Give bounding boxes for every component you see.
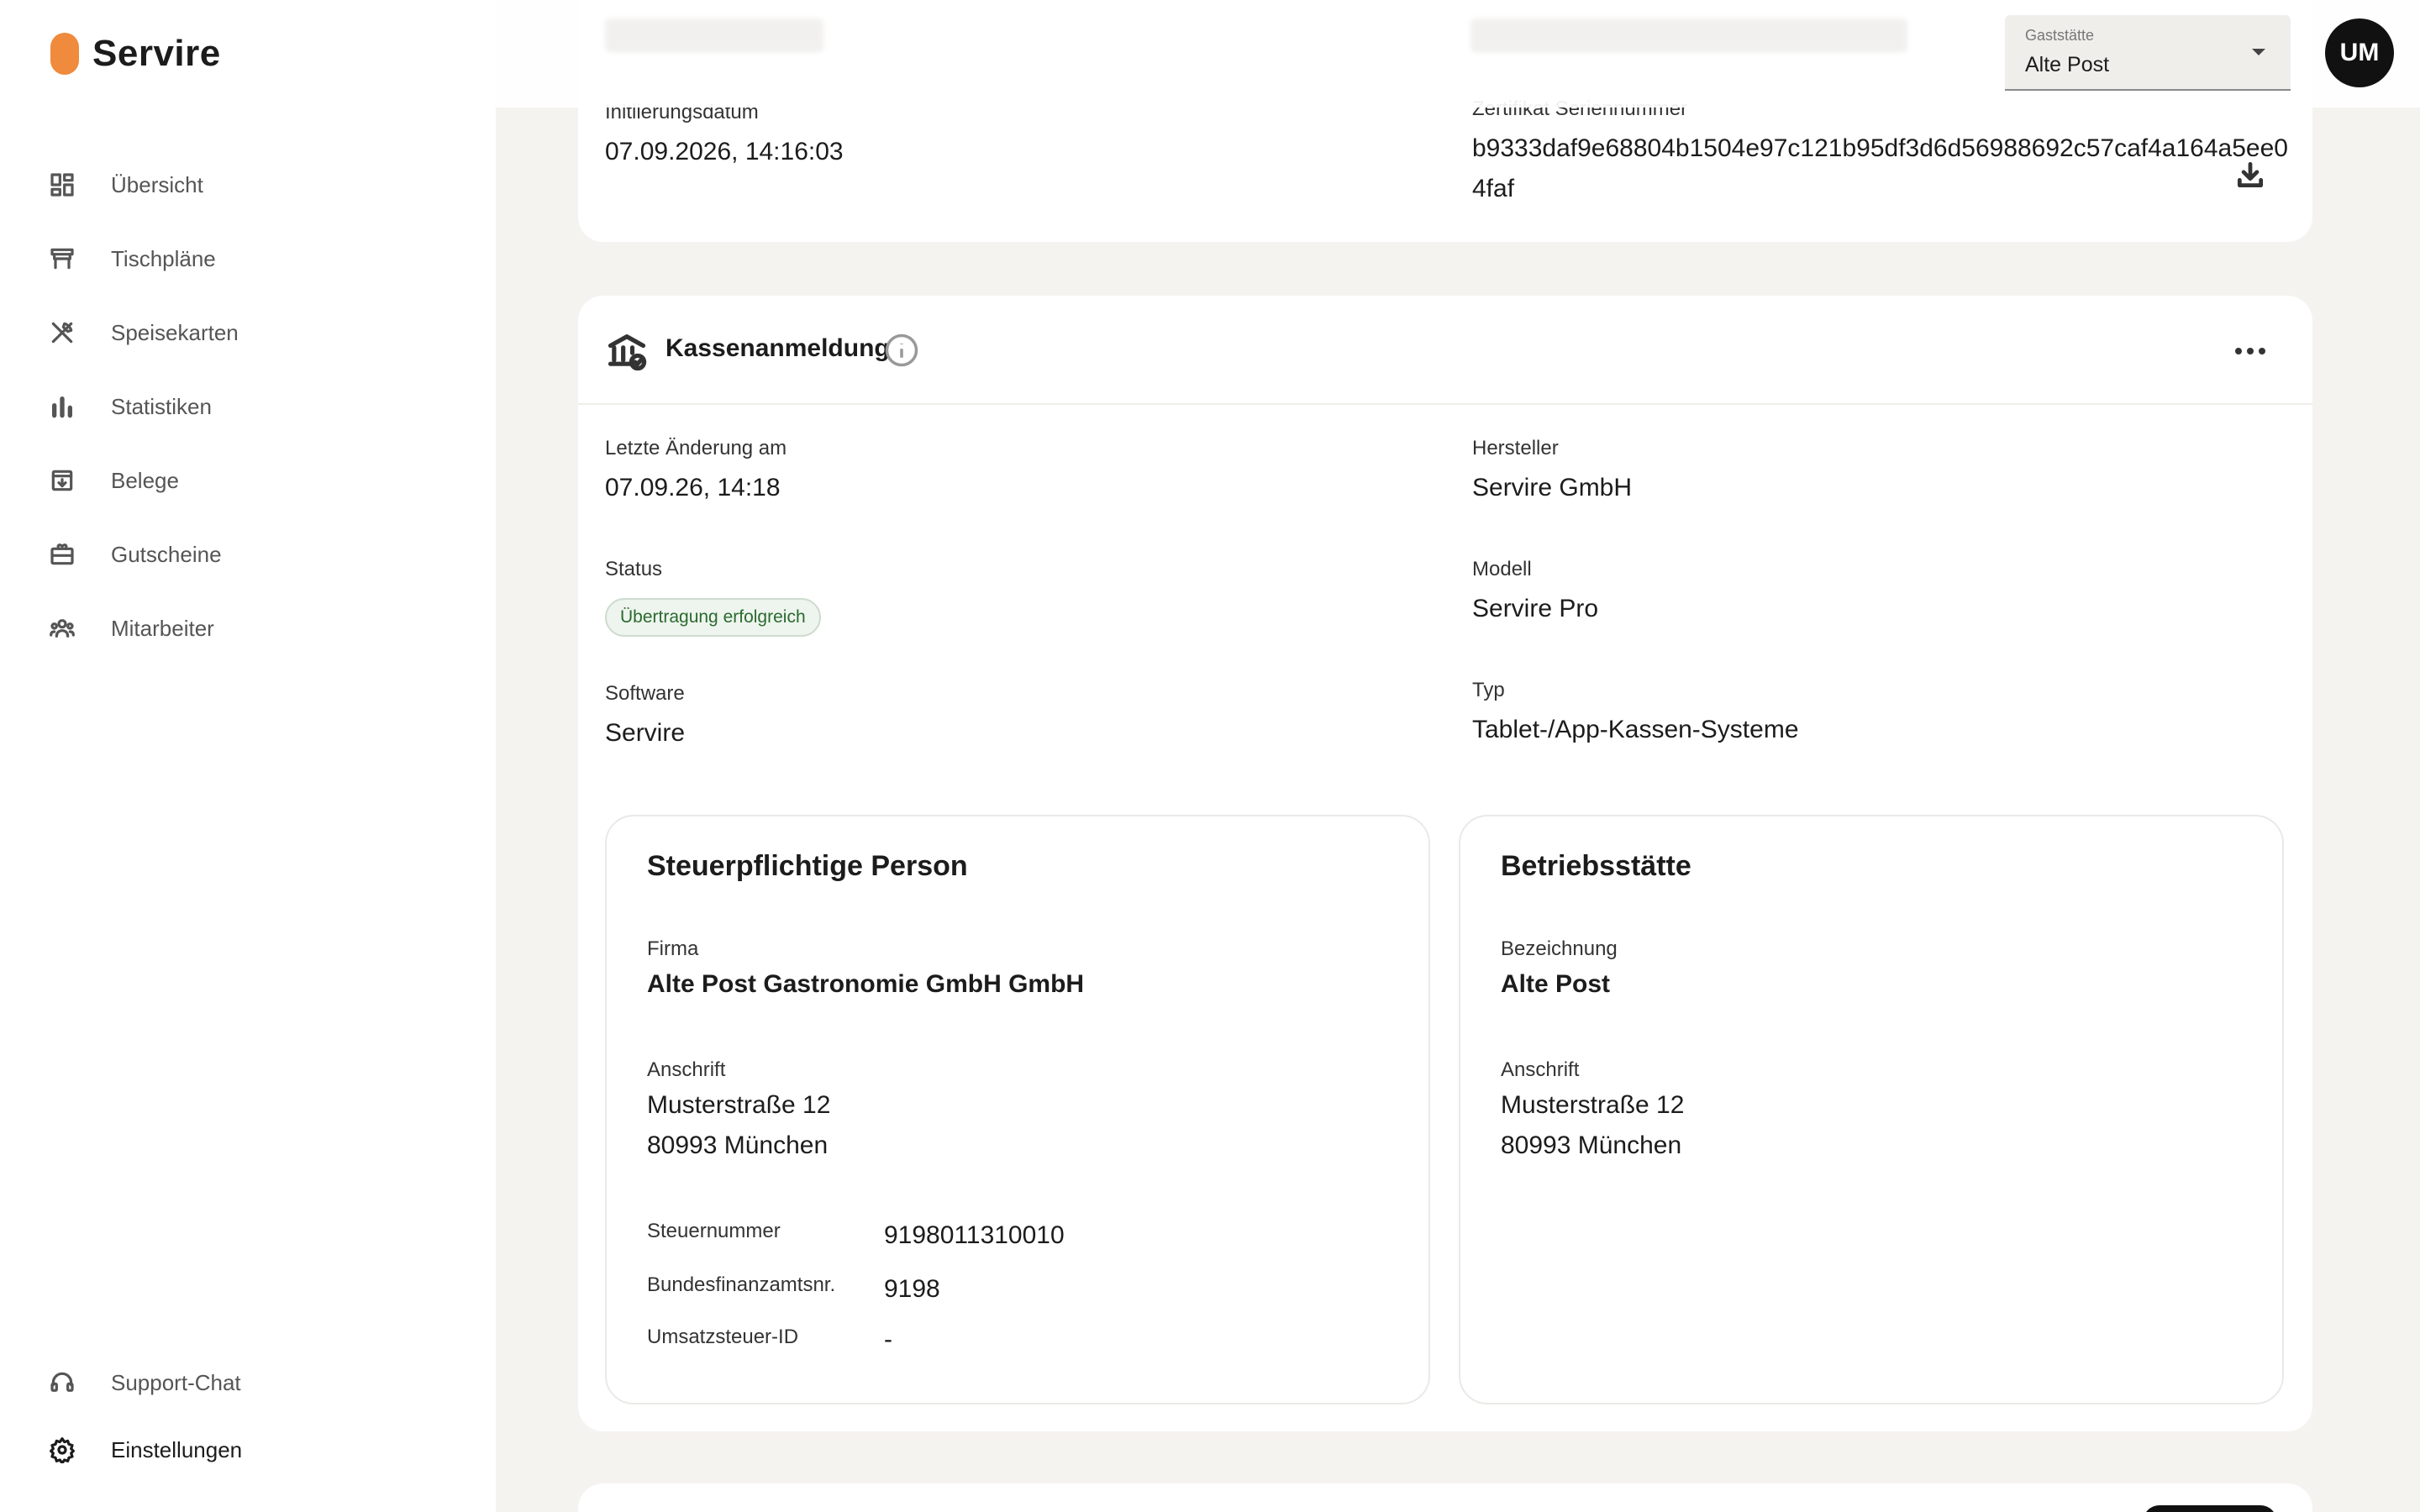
receipt-archive-icon [47, 465, 77, 496]
download-certificate-button[interactable] [2230, 155, 2270, 195]
bank-check-icon [605, 329, 649, 373]
taxpayer-title: Steuerpflichtige Person [647, 850, 968, 882]
address-city: 80993 München [1501, 1131, 1682, 1159]
more-dot [2259, 348, 2265, 354]
cutlery-icon [47, 318, 77, 348]
sidebar-item-einstellungen[interactable]: Einstellungen [0, 1416, 496, 1483]
sidebar-item-label: Speisekarten [111, 319, 239, 345]
sidebar-item-label: Tischpläne [111, 245, 216, 271]
scrolled-content-blur [605, 18, 823, 52]
modell-value: Servire Pro [1472, 595, 1599, 622]
sidebar-item-mitarbeiter[interactable]: Mitarbeiter [0, 591, 496, 665]
firma-label: Firma [647, 937, 699, 960]
hersteller-label: Hersteller [1472, 437, 1559, 459]
sidebar-item-label: Übersicht [111, 171, 203, 197]
brand-mark-icon [50, 33, 79, 75]
more-dot [2235, 348, 2242, 354]
sidebar-item-label: Gutscheine [111, 541, 222, 567]
sidebar-item-speisekarten[interactable]: Speisekarten [0, 296, 496, 370]
table-icon [47, 244, 77, 274]
sidebar-item-belege[interactable]: Belege [0, 444, 496, 517]
sidebar-item-label: Belege [111, 467, 179, 493]
download-icon [2237, 161, 2264, 188]
steuernummer-label: Steuernummer [647, 1220, 781, 1242]
gift-card-icon [47, 539, 77, 570]
sidebar-item-statistiken[interactable]: Statistiken [0, 370, 496, 444]
user-avatar[interactable]: UM [2325, 18, 2394, 87]
headset-icon [47, 1368, 77, 1398]
info-icon[interactable] [884, 333, 919, 368]
sidebar-item-label: Support-Chat [111, 1369, 241, 1395]
last-change-label: Letzte Änderung am [605, 437, 787, 459]
sidebar-item-label: Einstellungen [111, 1436, 243, 1462]
venue-select-value: Alte Post [2025, 53, 2110, 76]
sidebar-item-tischplaene[interactable]: Tischpläne [0, 222, 496, 296]
card-header: Kassenanmeldung [578, 296, 2312, 405]
scrolled-content-blur [1470, 18, 1907, 52]
dashboard-icon [47, 170, 77, 200]
brand-name: Servire [92, 33, 221, 74]
firma-value: Alte Post Gastronomie GmbH GmbH [647, 970, 1085, 998]
bezeichnung-label: Bezeichnung [1501, 937, 1618, 960]
typ-value: Tablet-/App-Kassen-Systeme [1472, 716, 1799, 743]
secondary-nav: Support-Chat Einstellungen [0, 1349, 496, 1483]
sidebar: Servire Übersicht Tischpläne Speisekarte… [0, 0, 496, 1512]
address-street: Musterstraße 12 [647, 1091, 831, 1119]
premises-title: Betriebsstätte [1501, 850, 1691, 882]
bfa-value: 9198 [884, 1275, 940, 1303]
software-label: Software [605, 682, 685, 705]
bfa-label: Bundesfinanzamtsnr. [647, 1273, 836, 1296]
bar-chart-icon [47, 391, 77, 422]
kassenanmeldung-card: Kassenanmeldung Letzte Änderung am 07.09… [578, 296, 2312, 1431]
status-badge: Übertragung erfolgreich [605, 598, 821, 637]
software-value: Servire [605, 719, 686, 747]
anschrift-label: Anschrift [647, 1058, 726, 1081]
ust-id-value: - [884, 1326, 892, 1353]
cert-serial-value-line2: 4faf [1472, 175, 1515, 202]
top-header: Gaststätte Alte Post UM [496, 0, 2420, 108]
hersteller-value: Servire GmbH [1472, 474, 1633, 501]
sidebar-item-uebersicht[interactable]: Übersicht [0, 148, 496, 222]
next-card [578, 1483, 2312, 1512]
more-dot [2247, 348, 2254, 354]
cert-serial-value-line1: b9333daf9e68804b1504e97c121b95df3d6d5698… [1472, 134, 2288, 162]
address-city: 80993 München [647, 1131, 829, 1159]
venue-select[interactable]: Gaststätte Alte Post [2005, 15, 2291, 91]
steuernummer-value: 9198011310010 [884, 1221, 1065, 1249]
init-date-value: 07.09.2026, 14:16:03 [605, 138, 844, 165]
gear-icon [47, 1435, 77, 1465]
caret-down-icon [2252, 49, 2265, 55]
sidebar-item-label: Mitarbeiter [111, 615, 214, 641]
business-premises-card: Betriebsstätte Bezeichnung Alte Post Ans… [1459, 815, 2284, 1404]
card-title: Kassenanmeldung [666, 334, 890, 362]
main-nav: Übersicht Tischpläne Speisekarten Statis… [0, 148, 496, 665]
sidebar-item-label: Statistiken [111, 393, 212, 419]
sidebar-item-gutscheine[interactable]: Gutscheine [0, 517, 496, 591]
typ-label: Typ [1472, 679, 1505, 701]
anschrift-label: Anschrift [1501, 1058, 1580, 1081]
address-street: Musterstraße 12 [1501, 1091, 1685, 1119]
action-button[interactable] [2143, 1505, 2277, 1512]
status-label: Status [605, 558, 663, 580]
taxpayer-card: Steuerpflichtige Person Firma Alte Post … [605, 815, 1430, 1404]
brand-logo[interactable]: Servire [50, 32, 221, 76]
ust-id-label: Umsatzsteuer-ID [647, 1326, 799, 1348]
more-options-button[interactable] [2230, 334, 2270, 368]
modell-label: Modell [1472, 558, 1532, 580]
sidebar-item-support-chat[interactable]: Support-Chat [0, 1349, 496, 1416]
bezeichnung-value: Alte Post [1501, 970, 1611, 998]
people-icon [47, 613, 77, 643]
venue-select-caption: Gaststätte [2025, 27, 2095, 44]
last-change-value: 07.09.26, 14:18 [605, 474, 781, 501]
